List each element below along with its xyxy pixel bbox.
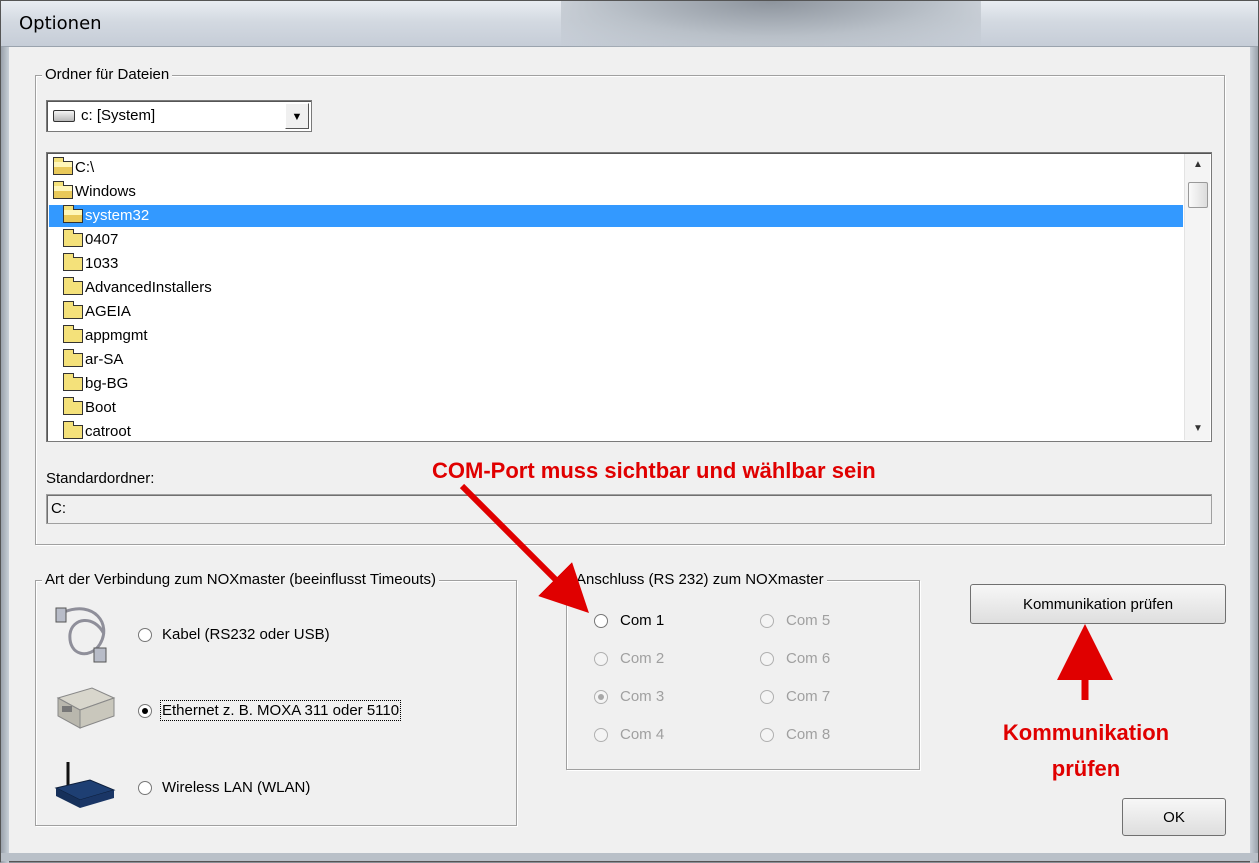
check-annotation-line1: Kommunikation	[1002, 720, 1170, 745]
arrow-to-com-ports	[459, 483, 589, 613]
check-annotation-line2: prüfen	[1051, 756, 1121, 781]
